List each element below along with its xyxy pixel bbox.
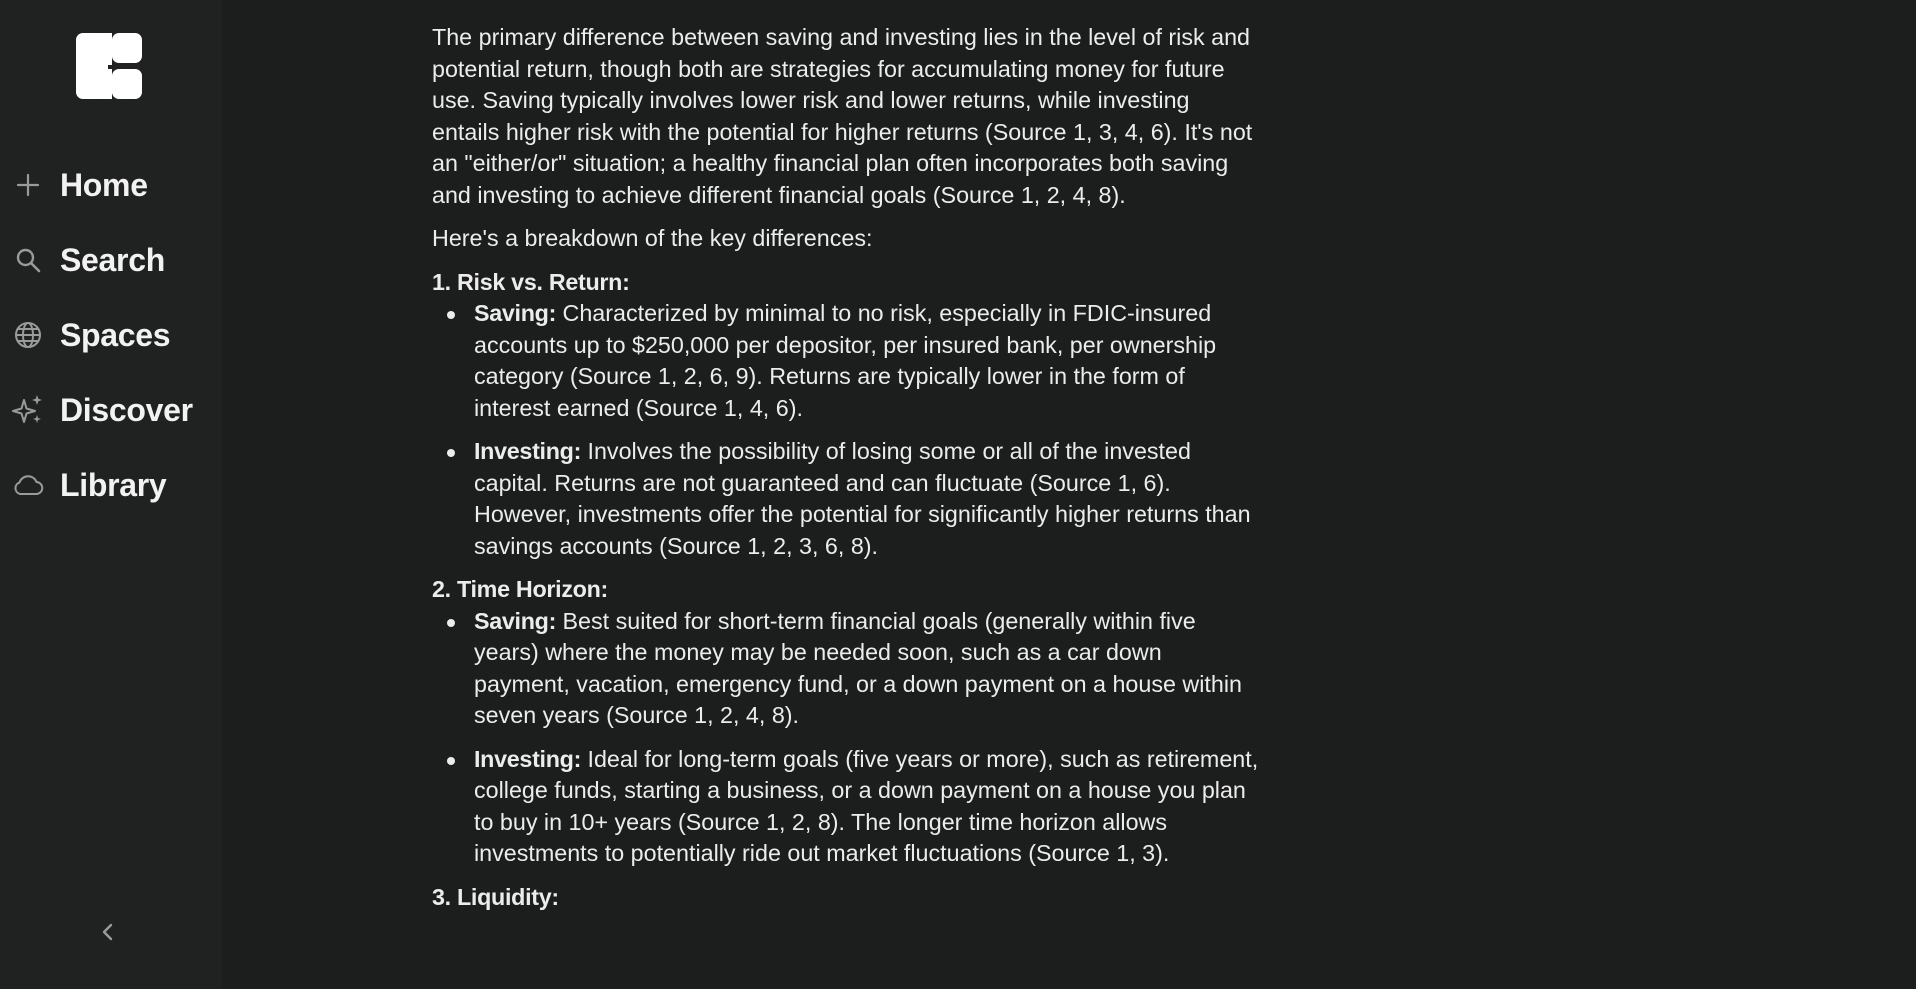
sidebar-item-label: Home bbox=[60, 166, 148, 203]
list-item: Investing: Involves the possibility of l… bbox=[447, 436, 1262, 562]
sidebar-item-library[interactable]: Library bbox=[12, 463, 167, 507]
intro-paragraph: The primary difference between saving an… bbox=[432, 24, 1253, 208]
section-heading: 3. Liquidity: bbox=[432, 883, 559, 910]
search-icon bbox=[12, 244, 44, 276]
cloud-icon bbox=[12, 469, 44, 501]
logo-icon bbox=[76, 33, 142, 99]
bullet-list: Saving: Best suited for short-term finan… bbox=[432, 606, 1262, 870]
list-item: Saving: Best suited for short-term finan… bbox=[447, 606, 1262, 732]
sidebar-item-label: Discover bbox=[60, 391, 193, 428]
bullet-term: Investing: bbox=[474, 745, 582, 772]
bullet-term: Saving: bbox=[474, 300, 557, 326]
bullet-text: Best suited for short-term financial goa… bbox=[474, 607, 1242, 729]
breakdown-paragraph: Here's a breakdown of the key difference… bbox=[432, 225, 873, 251]
bullet-list: Saving: Characterized by minimal to no r… bbox=[432, 298, 1262, 562]
sidebar-item-discover[interactable]: Discover bbox=[12, 388, 193, 432]
sidebar-item-search[interactable]: Search bbox=[12, 238, 165, 282]
chevron-left-icon bbox=[100, 921, 116, 948]
sidebar-item-spaces[interactable]: Spaces bbox=[12, 313, 171, 357]
answer-content: The primary difference between saving an… bbox=[432, 22, 1262, 913]
plus-icon bbox=[12, 169, 44, 201]
bullet-term: Saving: bbox=[474, 607, 557, 634]
list-item: Saving: Characterized by minimal to no r… bbox=[447, 298, 1262, 424]
bullet-text: Characterized by minimal to no risk, esp… bbox=[474, 300, 1217, 421]
bullet-term: Investing: bbox=[474, 438, 582, 464]
globe-icon bbox=[12, 319, 44, 351]
section-heading: 2. Time Horizon: bbox=[432, 576, 608, 602]
list-item: Investing: Ideal for long-term goals (fi… bbox=[447, 744, 1262, 870]
sidebar-item-label: Spaces bbox=[60, 316, 171, 353]
sidebar-item-label: Search bbox=[60, 241, 165, 278]
collapse-sidebar-button[interactable] bbox=[92, 918, 124, 950]
logo[interactable] bbox=[74, 31, 144, 101]
bullet-text: Ideal for long-term goals (five years or… bbox=[474, 745, 1259, 867]
sidebar-item-home[interactable]: Home bbox=[12, 163, 148, 207]
sidebar: Home Search Spaces Discover Library bbox=[0, 0, 222, 989]
section-heading: 1. Risk vs. Return: bbox=[432, 268, 630, 295]
sparkle-icon bbox=[12, 394, 44, 426]
bullet-text: Involves the possibility of losing some … bbox=[474, 438, 1251, 559]
sidebar-item-label: Library bbox=[60, 466, 167, 503]
